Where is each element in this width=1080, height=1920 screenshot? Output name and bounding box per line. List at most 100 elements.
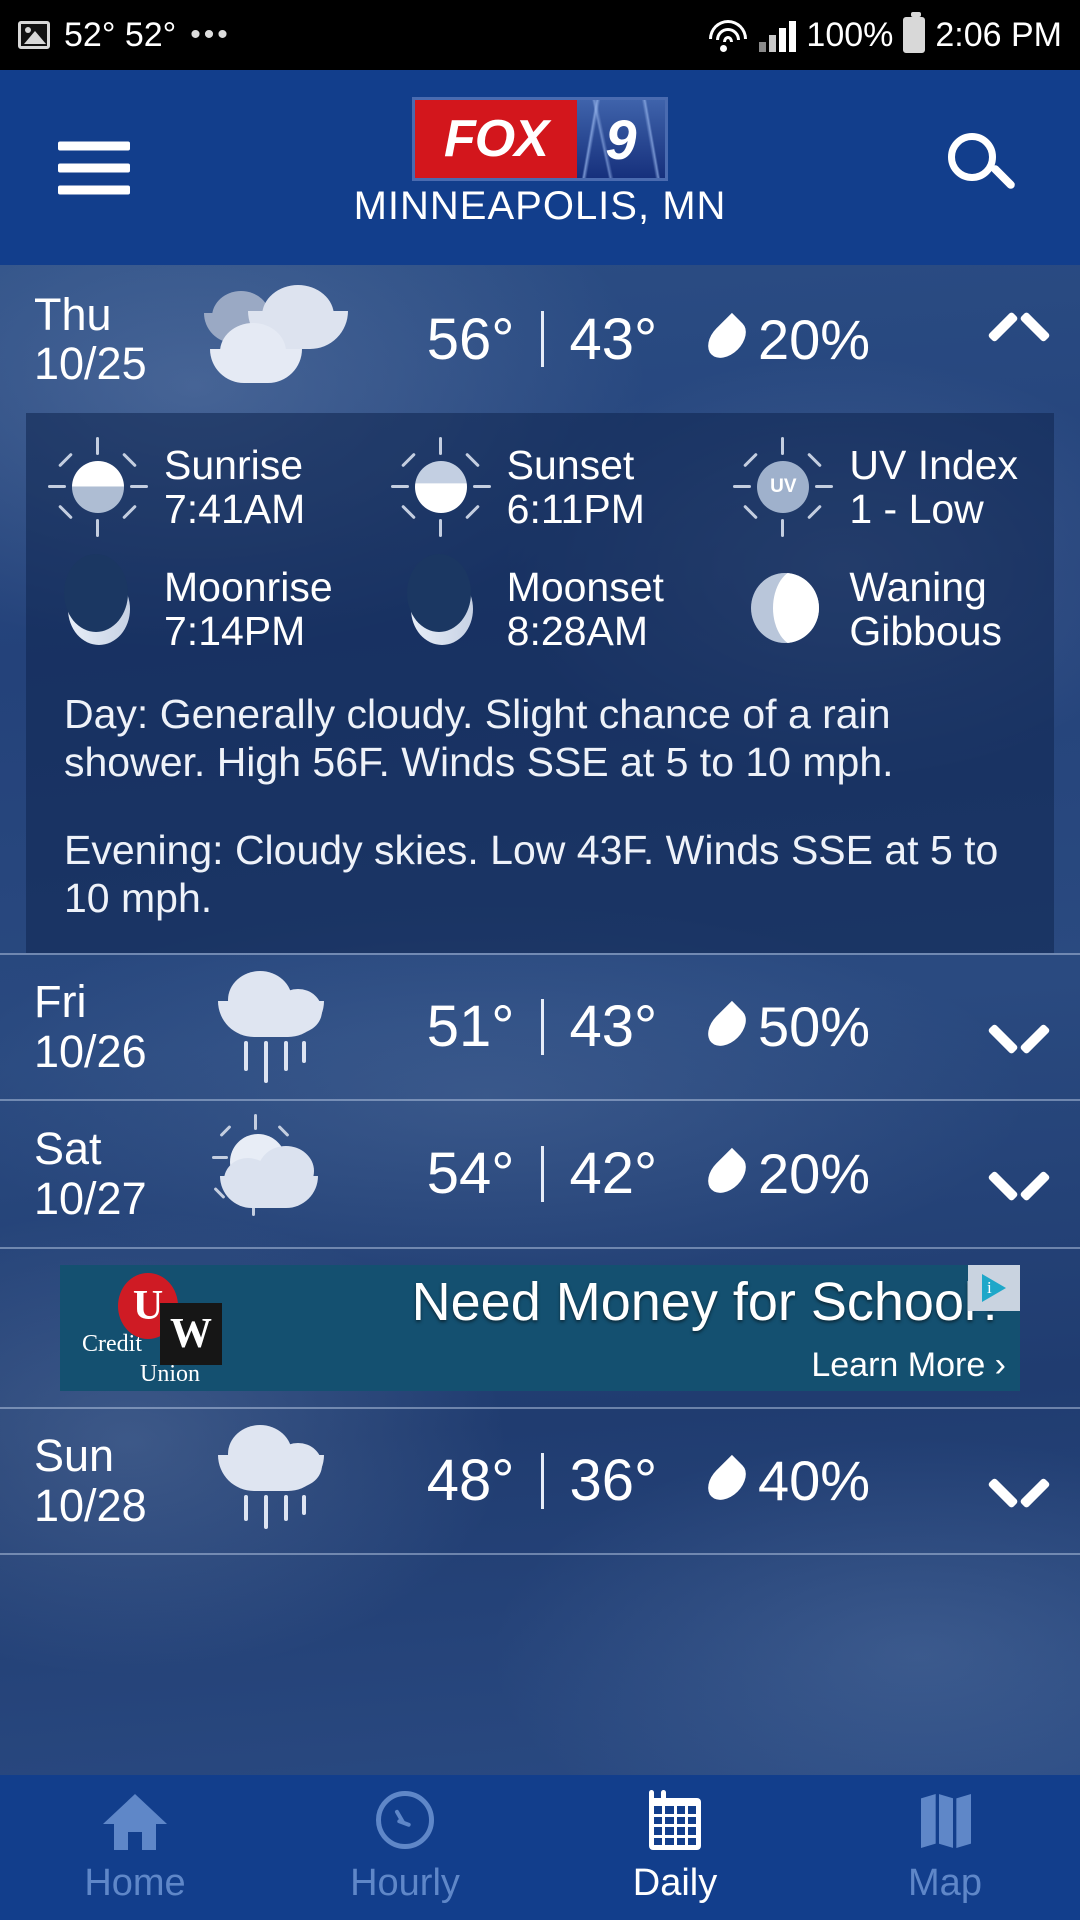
nav-label: Hourly [350, 1862, 460, 1904]
astro-value: 6:11PM [506, 486, 645, 532]
day-row[interactable]: Sat 10/27 54° 42° 20% [0, 1101, 1080, 1249]
nav-label: Map [908, 1862, 982, 1904]
astro-moonrise: Moonrise 7:14PM [26, 554, 369, 661]
temp-separator [540, 1145, 544, 1202]
day-date: Thu 10/25 [34, 288, 202, 389]
ad-headline: Need Money for School? [411, 1271, 1006, 1332]
day-month-date: 10/27 [34, 1172, 147, 1224]
astro-sunset: Sunset 6:11PM [369, 435, 712, 539]
day-temps: 51° 43° [372, 993, 712, 1060]
chevron-down-icon[interactable] [987, 1464, 1051, 1509]
logo-nine-box: 9 [577, 100, 665, 178]
astro-moonset: Moonset 8:28AM [369, 554, 712, 661]
astro-text: Moonset 8:28AM [506, 564, 664, 654]
status-temps: 52° 52° [64, 15, 177, 54]
astro-label: Sunset [506, 441, 635, 488]
precip-percent: 40% [758, 1449, 871, 1513]
day-month-date: 10/28 [34, 1479, 147, 1531]
nav-item-daily[interactable]: Daily [540, 1775, 810, 1920]
day-forecast-text: Day: Generally cloudy. Slight chance of … [64, 691, 894, 785]
nav-item-home[interactable]: Home [0, 1775, 270, 1920]
hamburger-menu-icon[interactable] [58, 128, 130, 207]
logo-nine-text: 9 [605, 107, 637, 171]
temp-separator [540, 1452, 544, 1509]
logo-fox-text: FOX [415, 100, 577, 178]
low-temp: 36° [569, 1448, 658, 1514]
forecast-description: Day: Generally cloudy. Slight chance of … [26, 661, 1054, 923]
bottom-navigation: Home Hourly Daily Map [0, 1775, 1080, 1920]
nav-label: Home [84, 1862, 186, 1904]
moonset-icon [389, 554, 493, 661]
uv-index-icon: UV [731, 435, 835, 539]
app-header: FOX 9 MINNEAPOLIS, MN [0, 70, 1080, 265]
precip-group: 40% [700, 1448, 871, 1513]
day-date: Sat 10/27 [34, 1124, 202, 1223]
daily-forecast-list[interactable]: Thu 10/25 56° 43° 20% Sunrise 7:41AM Sun… [0, 265, 1080, 1775]
battery-percent: 100% [806, 15, 894, 54]
high-temp: 48° [426, 1448, 515, 1514]
uv-badge-text: UV [770, 476, 797, 497]
astro-text: Moonrise 7:14PM [164, 564, 333, 653]
day-row[interactable]: Thu 10/25 56° 43° 20% [0, 265, 1080, 413]
moon-phase-icon [731, 557, 835, 661]
sunset-icon [389, 435, 493, 539]
overflow-dots-icon: ••• [190, 18, 231, 51]
adchoices-icon[interactable] [968, 1264, 1020, 1311]
astro-text: Sunset 6:11PM [506, 441, 645, 532]
astro-value: Gibbous [849, 608, 1003, 654]
day-date: Fri 10/26 [34, 977, 202, 1076]
chevron-down-icon[interactable] [987, 1157, 1051, 1202]
chevron-up-icon[interactable] [987, 311, 1051, 356]
astro-moon-phase: Waning Gibbous [711, 557, 1054, 661]
logo-letter-w: W [170, 1310, 212, 1357]
cell-signal-icon [759, 18, 797, 52]
day-row[interactable]: Sun 10/28 48° 36° 40% [0, 1406, 1080, 1555]
evening-forecast-text: Evening: Cloudy skies. Low 43F. Winds SS… [64, 826, 999, 921]
advertisement-container[interactable]: U W Credit Union Need Money for School? … [0, 1249, 1080, 1407]
astro-value: 7:41AM [164, 486, 306, 532]
day-month-date: 10/26 [34, 1025, 147, 1077]
astro-row-1: Sunrise 7:41AM Sunset 6:11PM UV UV Index… [26, 435, 1054, 539]
day-of-week: Thu [34, 288, 112, 340]
rain-cloud-icon [202, 967, 372, 1087]
low-temp: 43° [569, 306, 658, 372]
astro-value: 8:28AM [506, 608, 648, 654]
ad-content: Need Money for School? Learn More › [240, 1264, 1020, 1391]
astro-text: Waning Gibbous [849, 563, 1003, 654]
uw-credit-union-logo: U W Credit Union [60, 1265, 240, 1391]
day-month-date: 10/25 [34, 338, 147, 389]
cloudy-icon [202, 279, 372, 399]
nav-item-hourly[interactable]: Hourly [270, 1775, 540, 1920]
temp-separator [540, 998, 544, 1055]
astro-sunrise: Sunrise 7:41AM [26, 435, 369, 539]
precip-percent: 20% [758, 1142, 871, 1206]
rain-cloud-icon [202, 1421, 372, 1541]
precip-percent: 20% [758, 307, 871, 371]
nav-item-map[interactable]: Map [810, 1775, 1080, 1920]
astro-row-2: Moonrise 7:14PM Moonset 8:28AM Waning Gi… [26, 554, 1054, 661]
astro-label: Waning [849, 563, 987, 610]
clock-icon [373, 1790, 437, 1852]
ad-banner[interactable]: U W Credit Union Need Money for School? … [60, 1264, 1020, 1391]
nav-label: Daily [632, 1862, 718, 1904]
map-icon [913, 1790, 977, 1852]
day-of-week: Fri [34, 976, 87, 1028]
ad-cta-link[interactable]: Learn More › [811, 1346, 1006, 1385]
day-of-week: Sat [34, 1123, 102, 1175]
location-label: MINNEAPOLIS, MN [353, 184, 727, 228]
logo-union-text: Union [140, 1360, 200, 1387]
chevron-down-icon[interactable] [987, 1010, 1051, 1055]
search-icon[interactable] [948, 132, 1018, 203]
high-temp: 51° [426, 994, 515, 1060]
astro-label: UV Index [849, 441, 1018, 488]
partly-sunny-icon [202, 1113, 372, 1234]
day-of-week: Sun [34, 1430, 115, 1482]
low-temp: 43° [569, 994, 658, 1060]
astro-text: UV Index 1 - Low [849, 441, 1018, 531]
precip-group: 20% [700, 307, 871, 372]
low-temp: 42° [569, 1141, 658, 1207]
wifi-icon [707, 18, 749, 52]
astro-uv-index: UV UV Index 1 - Low [711, 435, 1054, 539]
day-row[interactable]: Fri 10/26 51° 43° 50% [0, 952, 1080, 1101]
status-clock: 2:06 PM [935, 15, 1062, 54]
